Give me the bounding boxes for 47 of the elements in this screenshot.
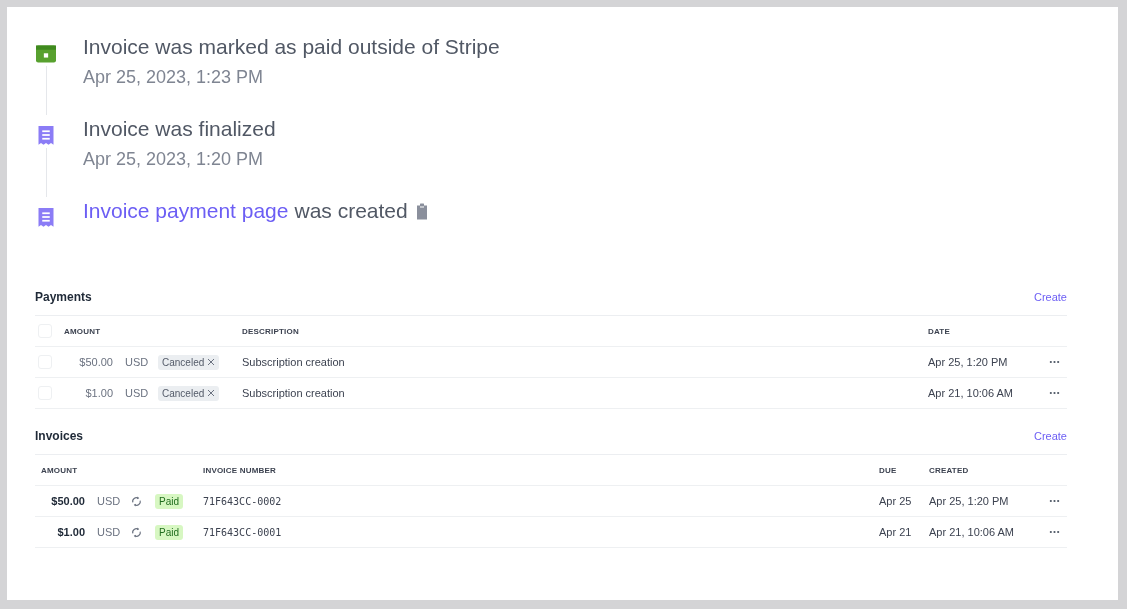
section-title: Payments [35, 290, 92, 304]
clipboard-icon[interactable] [415, 202, 428, 220]
amount-cell: $50.00 [51, 495, 85, 507]
status-badge: Paid [155, 524, 183, 540]
column-header: CREATED [929, 465, 969, 475]
event-time: Apr 25, 2023, 1:20 PM [83, 149, 265, 170]
description-cell: Subscription creation [242, 356, 345, 368]
status-badge: Canceled [158, 385, 220, 401]
more-icon[interactable] [1048, 499, 1060, 503]
description-cell: Subscription creation [242, 387, 345, 399]
payment-page-link[interactable]: Invoice payment page [83, 199, 289, 223]
cash-icon [35, 44, 57, 64]
more-icon[interactable] [1048, 391, 1060, 395]
due-cell: Apr 25 [879, 495, 912, 507]
recurring-icon [131, 495, 142, 507]
amount-cell: $50.00 [79, 356, 113, 368]
column-header: AMOUNT [40, 465, 78, 475]
amount-cell: $1.00 [57, 526, 85, 538]
status-badge: Paid [155, 493, 183, 509]
create-link[interactable]: Create [1033, 291, 1067, 303]
column-header: DESCRIPTION [242, 326, 299, 336]
column-header: INVOICE NUMBER [203, 465, 277, 475]
event-title: Invoice was finalized [83, 117, 276, 141]
more-icon[interactable] [1048, 530, 1060, 534]
currency-cell-text: USD [96, 526, 121, 538]
invoice-number-cell: 71F643CC-0002 [203, 495, 282, 507]
column-header: DUE [879, 465, 897, 475]
created-cell: Apr 21, 10:06 AM [929, 526, 1014, 538]
currency-cell-text: USD [124, 387, 149, 399]
date-cell: Apr 25, 1:20 PM [928, 356, 1008, 368]
column-header: AMOUNT [63, 326, 101, 336]
more-icon[interactable] [1048, 360, 1060, 364]
create-link[interactable]: Create [1033, 430, 1067, 442]
status-badge: Canceled [158, 354, 220, 370]
event-title: was created [294, 199, 408, 223]
amount-cell: $1.00 [85, 387, 113, 399]
section-title: Invoices [35, 429, 84, 443]
invoice-number-cell: 71F643CC-0001 [203, 526, 282, 538]
created-cell: Apr 25, 1:20 PM [929, 495, 1009, 507]
event-time: Apr 25, 2023, 1:23 PM [83, 67, 265, 88]
recurring-icon [131, 526, 142, 538]
currency-cell-text: USD [124, 356, 149, 368]
currency-cell-text: USD [96, 495, 121, 507]
due-cell: Apr 21 [879, 526, 912, 538]
date-cell: Apr 21, 10:06 AM [928, 387, 1013, 399]
event-title: Invoice was marked as paid outside of Stripe [83, 35, 500, 59]
column-header: DATE [928, 326, 950, 336]
